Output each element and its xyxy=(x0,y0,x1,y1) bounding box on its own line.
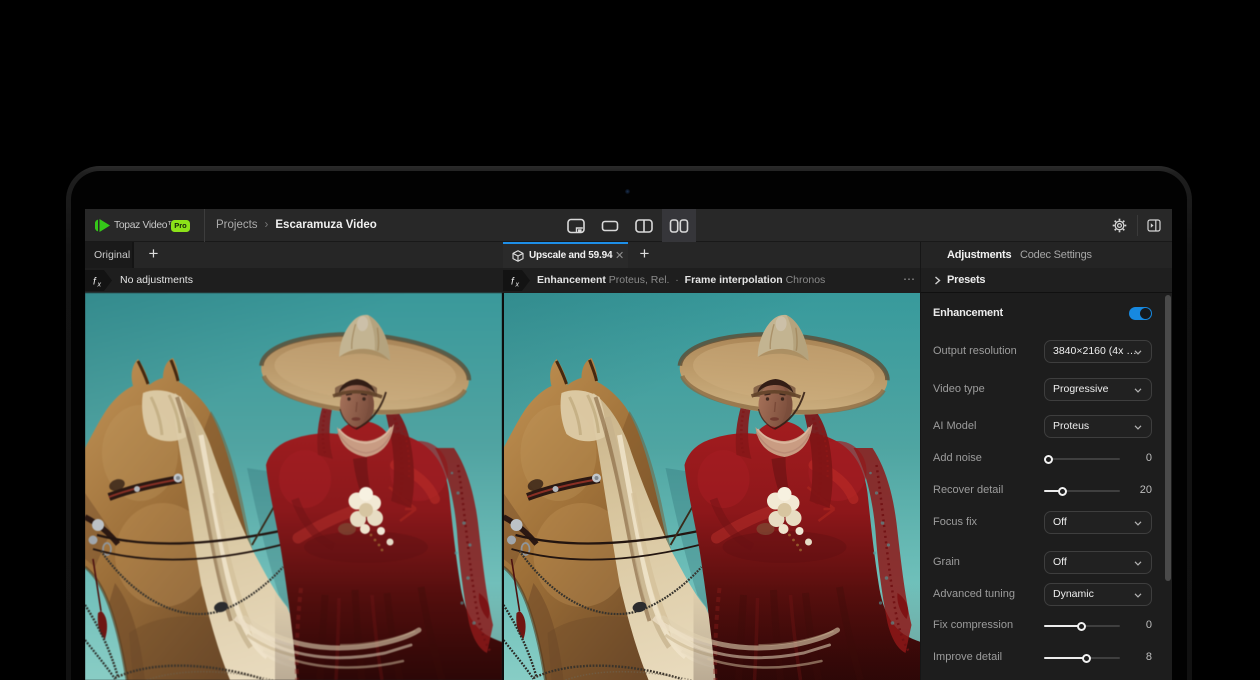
svg-text:x: x xyxy=(97,282,102,289)
svg-text:x: x xyxy=(515,282,520,289)
